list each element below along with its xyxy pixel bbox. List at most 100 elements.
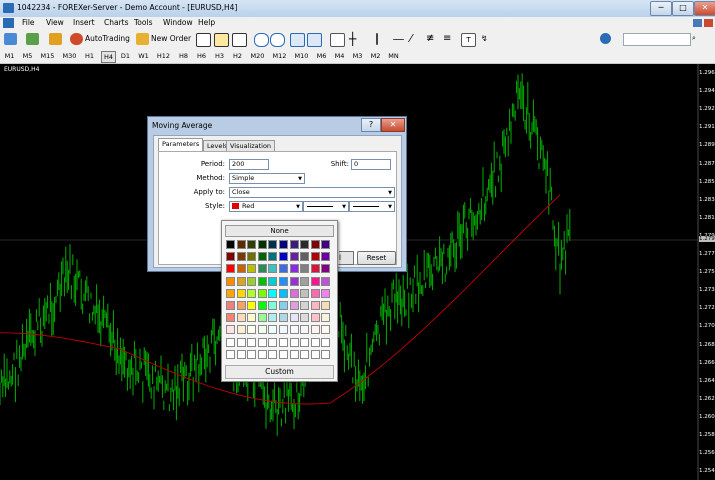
color-swatch[interactable] — [289, 313, 299, 323]
color-swatch[interactable] — [226, 288, 235, 298]
timeframe-w1[interactable]: W1 — [137, 51, 150, 61]
tile-windows-icon[interactable] — [290, 33, 305, 47]
horizontal-line-icon[interactable] — [393, 39, 404, 40]
color-swatch[interactable] — [310, 240, 320, 249]
maximize-button[interactable]: □ — [672, 1, 694, 16]
dialog-close-button[interactable]: ✕ — [381, 118, 405, 132]
timeframe-h6[interactable]: H6 — [195, 51, 208, 61]
color-swatch[interactable] — [257, 276, 267, 286]
color-swatch[interactable] — [289, 252, 299, 262]
color-swatch[interactable] — [279, 337, 288, 347]
child-minimize-button[interactable] — [693, 19, 702, 27]
color-swatch[interactable] — [321, 325, 331, 335]
color-swatch[interactable] — [300, 337, 310, 347]
color-swatch[interactable] — [289, 337, 299, 347]
shift-input[interactable]: 0 — [351, 159, 391, 170]
arrows-tool-icon[interactable]: ↯ — [481, 33, 494, 45]
color-swatch[interactable] — [236, 276, 246, 286]
minimize-button[interactable]: ─ — [650, 1, 672, 16]
color-swatch[interactable] — [236, 349, 246, 359]
color-swatch[interactable] — [247, 264, 257, 274]
color-swatch[interactable] — [268, 276, 278, 286]
color-swatch[interactable] — [247, 313, 257, 323]
color-swatch[interactable] — [289, 288, 299, 298]
close-window-button[interactable]: ✕ — [694, 1, 715, 16]
color-swatch[interactable] — [289, 240, 299, 249]
navigator-icon[interactable] — [49, 33, 62, 45]
color-swatch[interactable] — [310, 288, 320, 298]
color-swatch[interactable] — [321, 337, 331, 347]
color-swatch[interactable] — [247, 240, 257, 249]
color-swatch[interactable] — [257, 288, 267, 298]
menu-window[interactable]: Window — [163, 18, 193, 27]
timeframe-h1[interactable]: H1 — [83, 51, 96, 61]
timeframe-m15[interactable]: M15 — [39, 51, 56, 61]
color-swatch[interactable] — [226, 337, 235, 347]
color-swatch[interactable] — [226, 276, 235, 286]
color-swatch[interactable] — [279, 325, 288, 335]
color-swatch[interactable] — [236, 252, 246, 262]
timeframe-m4[interactable]: M4 — [333, 51, 346, 61]
color-swatch[interactable] — [257, 325, 267, 335]
menu-insert[interactable]: Insert — [73, 18, 95, 27]
color-swatch[interactable] — [289, 264, 299, 274]
timeframe-h12[interactable]: H12 — [155, 51, 172, 61]
color-swatch[interactable] — [257, 337, 267, 347]
timeframe-h2[interactable]: H2 — [231, 51, 244, 61]
color-swatch[interactable] — [279, 288, 288, 298]
color-swatch[interactable] — [310, 301, 320, 310]
candlestick-icon[interactable] — [214, 33, 229, 47]
color-swatch[interactable] — [236, 240, 246, 249]
color-swatch[interactable] — [257, 264, 267, 274]
color-swatch[interactable] — [310, 252, 320, 262]
menu-help[interactable]: Help — [198, 18, 215, 27]
color-swatch[interactable] — [247, 301, 257, 310]
color-swatch[interactable] — [226, 252, 235, 262]
color-swatch[interactable] — [268, 252, 278, 262]
color-swatch[interactable] — [300, 240, 310, 249]
zoom-out-icon[interactable] — [270, 33, 285, 47]
color-swatch[interactable] — [300, 349, 310, 359]
new-order-button[interactable]: New Order — [151, 32, 191, 46]
color-swatch[interactable] — [300, 313, 310, 323]
line-chart-icon[interactable] — [232, 33, 247, 47]
color-swatch[interactable] — [300, 252, 310, 262]
line-style-select[interactable]: ▼ — [303, 201, 349, 212]
color-swatch[interactable] — [247, 252, 257, 262]
color-swatch[interactable] — [247, 276, 257, 286]
color-swatch[interactable] — [226, 349, 235, 359]
color-swatch[interactable] — [300, 288, 310, 298]
tab-parameters[interactable]: Parameters — [158, 138, 204, 152]
color-swatch[interactable] — [247, 288, 257, 298]
color-swatch[interactable] — [300, 276, 310, 286]
color-swatch[interactable] — [247, 325, 257, 335]
color-swatch[interactable] — [321, 264, 331, 274]
timeframe-m5[interactable]: M5 — [21, 51, 34, 61]
color-swatch[interactable] — [268, 288, 278, 298]
color-swatch[interactable] — [226, 264, 235, 274]
color-swatch[interactable] — [247, 337, 257, 347]
color-swatch[interactable] — [257, 301, 267, 310]
color-swatch[interactable] — [321, 276, 331, 286]
timeframe-m1[interactable]: M1 — [3, 51, 16, 61]
color-swatch[interactable] — [268, 264, 278, 274]
autotrading-button[interactable]: AutoTrading — [85, 32, 130, 46]
dialog-help-button[interactable]: ? — [361, 118, 381, 132]
style-color-select[interactable]: Red ▼ — [229, 201, 303, 212]
color-swatch[interactable] — [226, 240, 235, 249]
timeframe-m12[interactable]: M12 — [271, 51, 288, 61]
color-swatch[interactable] — [310, 276, 320, 286]
color-swatch[interactable] — [279, 252, 288, 262]
color-swatch[interactable] — [321, 349, 331, 359]
bar-chart-icon[interactable] — [196, 33, 211, 47]
search-input[interactable] — [623, 33, 691, 46]
color-swatch[interactable] — [236, 325, 246, 335]
menu-tools[interactable]: Tools — [134, 18, 152, 27]
timeframe-m2[interactable]: M2 — [369, 51, 382, 61]
fibonacci-icon[interactable]: ≡ — [443, 33, 456, 45]
reset-button[interactable]: Reset — [357, 251, 396, 265]
text-tool-icon[interactable]: T — [461, 33, 476, 47]
color-swatch[interactable] — [236, 264, 246, 274]
color-swatch[interactable] — [321, 240, 331, 249]
menu-view[interactable]: View — [46, 18, 64, 27]
